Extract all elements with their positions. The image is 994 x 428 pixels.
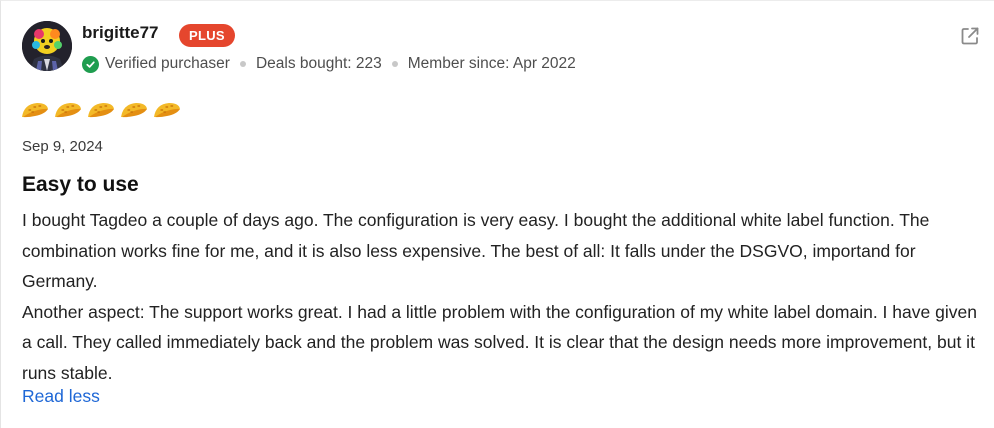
rating-tacos — [20, 100, 182, 120]
taco-icon — [88, 103, 114, 118]
review-card: brigitte77 PLUS Verified purchaser Deals… — [0, 0, 994, 428]
deals-bought: Deals bought: 223 — [255, 55, 382, 72]
taco-icon — [121, 103, 147, 118]
review-paragraph: Another aspect: The support works great.… — [22, 301, 977, 383]
external-link-icon[interactable] — [959, 25, 981, 47]
separator-dot — [239, 61, 246, 67]
taco-icon — [154, 103, 180, 118]
avatar[interactable] — [22, 21, 72, 71]
taco-icon — [22, 103, 48, 118]
member-since: Member since: Apr 2022 — [407, 55, 576, 72]
username[interactable]: brigitte77 — [82, 23, 159, 43]
verified-purchaser-label: Verified purchaser — [105, 55, 230, 72]
review-body: I bought Tagdeo a couple of days ago. Th… — [22, 205, 977, 389]
reviewer-meta: Verified purchaser Deals bought: 223 Mem… — [82, 55, 576, 73]
review-paragraph: I bought Tagdeo a couple of days ago. Th… — [22, 210, 930, 292]
check-circle-icon — [82, 55, 99, 73]
review-date: Sep 9, 2024 — [22, 138, 103, 155]
read-less-link[interactable]: Read less — [22, 386, 100, 407]
separator-dot — [391, 61, 398, 67]
review-title: Easy to use — [22, 173, 139, 196]
plus-badge: PLUS — [179, 24, 235, 47]
taco-icon — [55, 103, 81, 118]
